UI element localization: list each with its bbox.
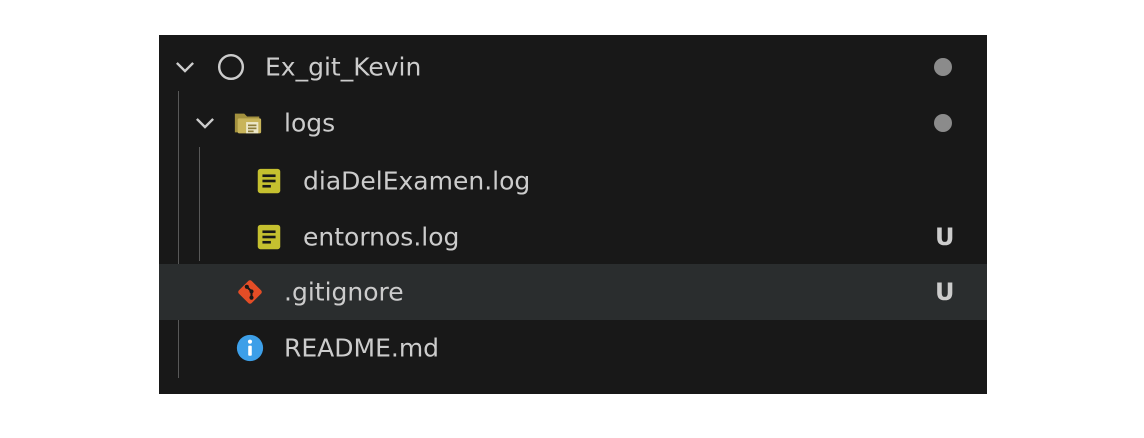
- tree-item-label: README.md: [284, 333, 440, 363]
- modified-dot: [934, 114, 952, 132]
- info-icon: [236, 334, 264, 362]
- tree-folder-logs[interactable]: logs: [159, 95, 987, 151]
- git-status-badge: U: [935, 278, 955, 306]
- tree-item-label: entornos.log: [303, 222, 460, 252]
- chevron-down-icon[interactable]: [172, 54, 198, 80]
- git-status-badge: U: [935, 223, 955, 251]
- circle-outline-icon: [217, 53, 245, 81]
- log-file-icon: [257, 168, 281, 194]
- tree-file-gitignore[interactable]: .gitignore U: [159, 264, 987, 320]
- modified-dot: [934, 58, 952, 76]
- tree-item-label: .gitignore: [284, 277, 404, 307]
- tree-item-label: Ex_git_Kevin: [265, 52, 422, 82]
- tree-item-label: logs: [284, 108, 336, 138]
- chevron-down-icon[interactable]: [192, 110, 218, 136]
- git-icon: [238, 280, 262, 304]
- tree-file-readme-md[interactable]: README.md: [159, 320, 987, 376]
- tree-file-entornos-log[interactable]: entornos.log U: [159, 209, 987, 265]
- file-explorer-tree: Ex_git_Kevin logs diaDelExamen.log entor…: [159, 35, 987, 394]
- folder-icon: [234, 113, 262, 134]
- tree-file-diadelexamen-log[interactable]: diaDelExamen.log: [159, 153, 987, 209]
- tree-item-label: diaDelExamen.log: [303, 166, 531, 196]
- log-file-icon: [257, 224, 281, 250]
- tree-root-folder[interactable]: Ex_git_Kevin: [159, 39, 987, 95]
